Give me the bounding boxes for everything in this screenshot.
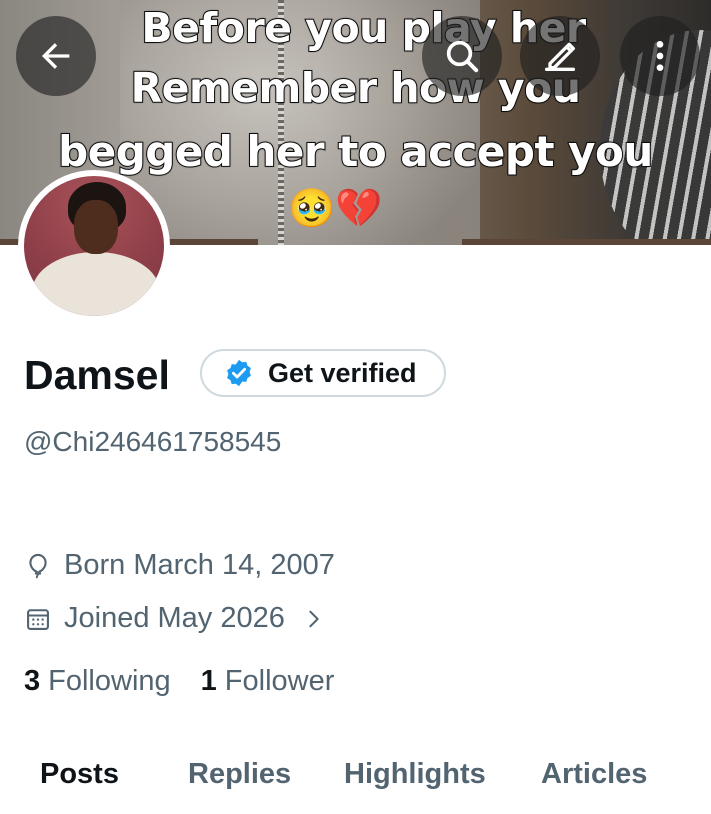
profile-tabs: Posts Replies Highlights Articles <box>0 740 711 814</box>
joined-text: Joined May 2026 <box>64 602 285 634</box>
banner-meme-line-3: begged her to accept you <box>57 126 654 177</box>
arrow-left-icon <box>42 43 70 69</box>
followers-count: 1 <box>200 665 217 697</box>
edit-icon <box>545 42 575 72</box>
birthdate-row: Born March 14, 2007 <box>24 549 335 582</box>
banner-meme-line-2: Remember how you <box>130 63 582 113</box>
search-button[interactable] <box>422 16 502 96</box>
tab-replies[interactable]: Replies <box>188 758 291 791</box>
profile-handle: @Chi246461758545 <box>24 426 282 457</box>
edit-button[interactable] <box>520 16 600 96</box>
followers-link[interactable]: 1 Follower <box>201 665 335 698</box>
avatar-face-shape <box>74 200 118 254</box>
verified-badge-icon <box>227 359 251 387</box>
more-vertical-icon <box>656 41 664 71</box>
avatar-photo <box>24 176 164 316</box>
banner-meme-line-1: Before you play her <box>140 3 587 53</box>
profile-name: Damsel <box>24 352 170 398</box>
following-link[interactable]: 3 Following <box>24 665 171 698</box>
search-icon <box>446 40 479 73</box>
birthdate-text: Born March 14, 2007 <box>64 549 335 581</box>
calendar-icon <box>27 608 49 630</box>
banner-edge-right <box>462 239 711 245</box>
get-verified-button[interactable]: Get verified <box>200 349 446 397</box>
get-verified-label: Get verified <box>268 357 417 388</box>
banner-emojis: 🥹💔 <box>288 188 383 230</box>
avatar[interactable] <box>18 170 170 322</box>
more-button[interactable] <box>620 16 700 96</box>
tab-posts[interactable]: Posts <box>40 758 119 791</box>
balloon-icon <box>29 553 47 578</box>
tab-articles[interactable]: Articles <box>541 758 647 791</box>
back-button[interactable] <box>16 16 96 96</box>
followers-label: Follower <box>224 665 335 697</box>
tab-highlights[interactable]: Highlights <box>344 758 486 791</box>
following-label: Following <box>48 665 171 697</box>
following-count: 3 <box>24 665 41 697</box>
avatar-shirt-shape <box>32 252 160 316</box>
follow-stats: 3 Following 1 Follower <box>24 665 364 698</box>
joined-row[interactable]: Joined May 2026 <box>24 602 337 635</box>
chevron-right-icon <box>309 610 319 627</box>
